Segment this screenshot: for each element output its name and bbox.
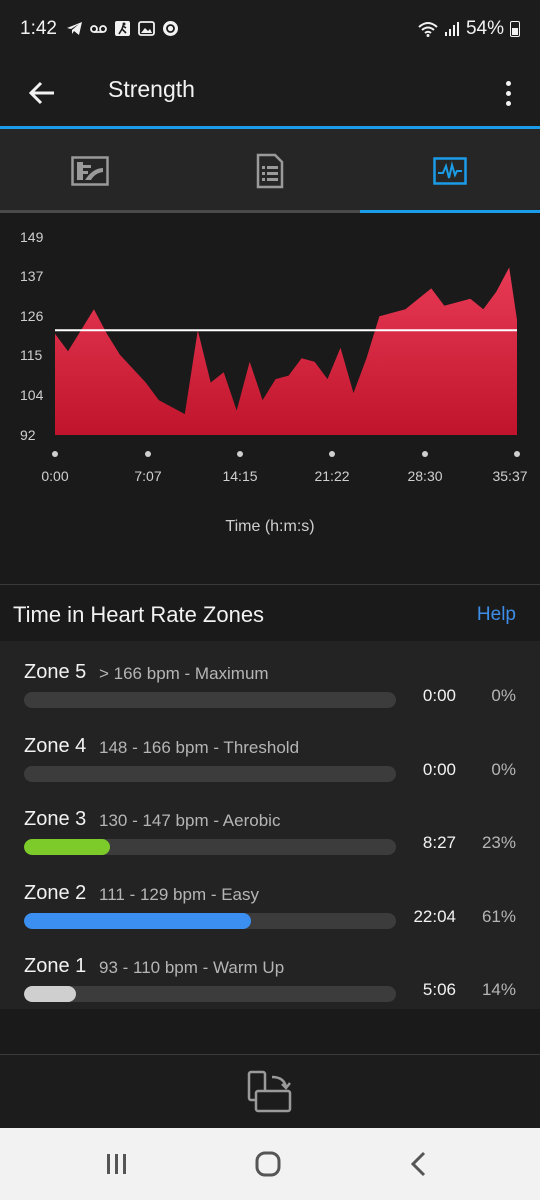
page-title: Strength [108, 76, 195, 102]
zone-row-3: Zone 3 130 - 147 bpm - Aerobic 8:27 23% [0, 792, 540, 865]
tab-charts[interactable] [360, 129, 540, 213]
bottom-bar [0, 1055, 540, 1128]
zone-name: Zone 1 [24, 955, 87, 977]
run-icon [114, 20, 131, 37]
zone-progress-fill [24, 913, 251, 929]
more-vert-icon [505, 80, 511, 86]
zone-name: Zone 3 [24, 808, 87, 830]
heart-rate-chart-icon [433, 157, 467, 185]
x-tick-dot [237, 451, 243, 457]
x-tick-dot [52, 451, 58, 457]
zone-row-2: Zone 2 111 - 129 bpm - Easy 22:04 61% [0, 866, 540, 939]
notification-icons [66, 20, 179, 37]
zone-time: 5:06 [422, 980, 456, 999]
status-time: 1:42 [20, 18, 57, 39]
battery-percent: 54% [465, 18, 504, 39]
x-tick-dot [422, 451, 428, 457]
telegram-icon [66, 20, 83, 37]
zone-row-4: Zone 4 148 - 166 bpm - Threshold 0:00 0% [0, 719, 540, 792]
zone-range: > 166 bpm - Maximum [99, 664, 269, 683]
status-bar: 1:42 54% [0, 0, 540, 60]
zone-time: 0:00 [422, 760, 456, 779]
zone-time: 8:27 [422, 833, 456, 852]
app-bar: Strength [0, 60, 540, 126]
zone-percent: 0% [491, 686, 516, 705]
signal-icon [444, 22, 459, 36]
x-tick-dot [145, 451, 151, 457]
sync-icon [162, 20, 179, 37]
home-button[interactable] [250, 1148, 286, 1182]
x-tick-dot [329, 451, 335, 457]
x-tick-label: 28:30 [407, 468, 443, 484]
x-tick-dot [514, 451, 520, 457]
y-tick-label: 126 [20, 308, 44, 324]
y-tick-label: 149 [20, 229, 44, 245]
x-tick-label: 7:07 [134, 468, 162, 484]
zone-range: 111 - 129 bpm - Easy [99, 885, 260, 904]
rotate-screen-icon [247, 1070, 292, 1113]
zone-time: 22:04 [413, 907, 456, 926]
status-right: 54% [418, 18, 520, 40]
voicemail-icon [90, 20, 107, 37]
y-tick-label: 115 [20, 347, 43, 363]
details-icon [256, 153, 284, 189]
zone-progress-track [24, 913, 396, 929]
tab-details[interactable] [180, 129, 360, 213]
y-tick-label: 92 [20, 427, 36, 443]
heart-rate-chart: 149 137 126 115 104 92 0:00 7:07 14:15 2… [0, 213, 540, 585]
back-button[interactable] [22, 72, 64, 114]
zone-progress-track [24, 692, 396, 708]
zone-percent: 0% [491, 760, 516, 779]
more-options-button[interactable] [496, 72, 520, 114]
zone-row-1: Zone 1 93 - 110 bpm - Warm Up 5:06 14% [0, 939, 540, 1012]
zones-title: Time in Heart Rate Zones [13, 602, 265, 627]
x-tick-label: 35:37 [492, 468, 528, 484]
zone-progress-fill [24, 986, 77, 1002]
arrow-left-icon [28, 81, 54, 105]
recent-apps-button[interactable] [99, 1148, 135, 1182]
zone-name: Zone 4 [24, 735, 87, 757]
zone-name: Zone 2 [24, 882, 87, 904]
x-tick-label: 0:00 [41, 468, 69, 484]
zone-range: 93 - 110 bpm - Warm Up [99, 958, 285, 977]
wifi-icon [418, 22, 438, 37]
zone-progress-track [24, 839, 396, 855]
zone-range: 148 - 166 bpm - Threshold [99, 738, 300, 757]
battery-icon [510, 21, 520, 37]
y-tick-label: 104 [20, 387, 44, 403]
zone-row-5: Zone 5 > 166 bpm - Maximum 0:00 0% [0, 645, 540, 718]
recent-apps-icon [107, 1154, 126, 1174]
zone-percent: 14% [481, 980, 516, 999]
y-tick-label: 137 [20, 268, 44, 284]
back-nav-button[interactable] [402, 1148, 438, 1182]
zone-percent: 61% [481, 907, 516, 926]
zone-time: 0:00 [422, 686, 456, 705]
tab-bar [0, 129, 540, 213]
zones-panel: Zone 5 > 166 bpm - Maximum 0:00 0% Zone … [0, 641, 540, 1009]
zones-header: Time in Heart Rate Zones Help [0, 585, 540, 641]
back-nav-icon [410, 1151, 426, 1177]
gallery-icon [138, 20, 155, 37]
rotate-screen-button[interactable] [246, 1069, 294, 1115]
zone-range: 130 - 147 bpm - Aerobic [99, 811, 281, 830]
system-nav-bar [0, 1128, 540, 1200]
heart-rate-area [55, 267, 517, 435]
home-icon [255, 1151, 281, 1177]
zone-progress-fill [24, 839, 110, 855]
x-tick-label: 21:22 [314, 468, 350, 484]
x-tick-label: 14:15 [222, 468, 258, 484]
zone-progress-track [24, 986, 396, 1002]
zone-percent: 23% [481, 833, 516, 852]
x-axis-title: Time (h:m:s) [225, 518, 315, 535]
tab-stats[interactable] [0, 129, 180, 213]
help-link[interactable]: Help [477, 604, 516, 626]
zone-name: Zone 5 [24, 661, 87, 683]
stats-icon [71, 156, 109, 186]
zone-progress-track [24, 766, 396, 782]
